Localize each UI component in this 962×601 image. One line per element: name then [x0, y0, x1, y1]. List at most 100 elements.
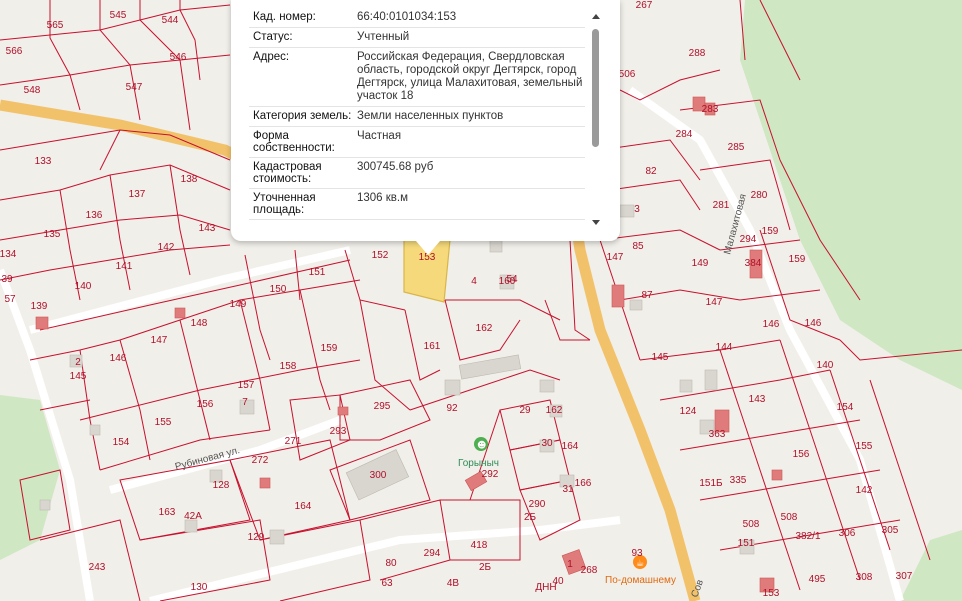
- plot-number-label: 145: [70, 371, 87, 382]
- plot-number-label: 151Б: [699, 478, 723, 489]
- plot-number-label: 293: [330, 426, 347, 437]
- plot-number-label: 154: [837, 402, 854, 413]
- plot-number-label: 7: [242, 397, 248, 408]
- plot-number-label: 2Б: [524, 512, 537, 523]
- scroll-up-icon[interactable]: [592, 14, 600, 19]
- plot-number-label: 29: [519, 405, 531, 416]
- plot-number-label: 306: [839, 528, 856, 539]
- plot-number-label: 294: [740, 234, 757, 245]
- plot-number-label: 166: [575, 478, 592, 489]
- plot-number-label: 243: [89, 562, 106, 573]
- popup-row-key: Кад. номер:: [253, 11, 316, 23]
- plot-number-label: 87: [641, 290, 653, 301]
- plot-number-label: 308: [856, 572, 873, 583]
- plot-number-label: 285: [728, 142, 745, 153]
- plot-number-label: 300: [370, 470, 387, 481]
- plot-number-label: 335: [730, 475, 747, 486]
- plot-number-label: 307: [896, 571, 913, 582]
- plot-number-label: 146: [805, 318, 822, 329]
- scrollbar-thumb[interactable]: [592, 29, 599, 147]
- plot-number-label: 139: [31, 301, 48, 312]
- plot-number-label: 147: [607, 252, 624, 263]
- plot-number-label: 4: [471, 276, 477, 287]
- plot-number-label: 156: [197, 399, 214, 410]
- popup-row-value: Частная: [357, 130, 402, 142]
- plot-number-label: 82: [645, 166, 657, 177]
- plot-number-label: 281: [713, 200, 730, 211]
- plot-number-label: 128: [213, 480, 230, 491]
- plot-number-label: 288: [689, 48, 706, 59]
- plot-number-label: 140: [75, 281, 92, 292]
- popup-row: Статус: Учтенный: [249, 28, 585, 48]
- plot-number-label: 284: [676, 129, 693, 140]
- plot-number-label: 565: [47, 20, 64, 31]
- plot-number-label: 158: [280, 361, 297, 372]
- plot-number-label: 161: [424, 341, 441, 352]
- forest-area: [740, 0, 962, 390]
- plot-number-label: 418: [471, 540, 488, 551]
- plot-number-label: 280: [751, 190, 768, 201]
- popup-row: Категория земель: Земли населенных пункто…: [249, 107, 585, 127]
- plot-number-label: 548: [24, 85, 41, 96]
- plot-number-label: 31: [562, 484, 574, 495]
- plot-number-label: 147: [151, 335, 168, 346]
- plot-number-label: 272: [252, 455, 269, 466]
- plot-number-label: 495: [809, 574, 826, 585]
- plot-number-label: 149: [692, 258, 709, 269]
- plot-number-label: 294: [424, 548, 441, 559]
- plot-number-label: 154: [113, 437, 130, 448]
- plot-number-label: 149: [230, 299, 247, 310]
- plot-number-label: 144: [716, 342, 733, 353]
- plot-number-label: 163: [159, 507, 176, 518]
- poi-gorynych-icon: ☻: [477, 440, 486, 451]
- popup-row-value: 66:40:0101034:153: [357, 11, 457, 23]
- plot-number-label: 508: [781, 512, 798, 523]
- plot-number-label: 145: [652, 352, 669, 363]
- road-main: [0, 99, 243, 163]
- poi-label-gorynych: Горыныч: [458, 458, 499, 469]
- plot-number-label: 3: [634, 204, 640, 215]
- plot-number-label: 157: [238, 380, 255, 391]
- popup-row-key: Форма собственности:: [253, 130, 335, 154]
- plot-number-label: 545: [110, 10, 127, 21]
- plot-number-label: 85: [632, 241, 644, 252]
- plot-number-label: 146: [763, 319, 780, 330]
- plot-number-label: 268: [581, 565, 598, 576]
- scroll-down-icon[interactable]: [592, 220, 600, 225]
- plot-number-label: 271: [285, 436, 302, 447]
- plot-number-label: 156: [793, 449, 810, 460]
- popup-row-key: Статус:: [253, 31, 293, 43]
- plot-number-label: 143: [749, 394, 766, 405]
- plot-number-label: 151: [738, 538, 755, 549]
- plot-number-label: 137: [129, 189, 146, 200]
- plot-number-label: 164: [295, 501, 312, 512]
- popup-row-key: Адрес:: [253, 51, 290, 63]
- plot-number-label: 141: [116, 261, 133, 272]
- popup-row-key: Категория земель:: [253, 110, 352, 122]
- plot-number-label: 134: [0, 249, 17, 260]
- plot-number-label: 159: [321, 343, 338, 354]
- plot-number-label: 1: [567, 559, 573, 570]
- parcel-info-popup[interactable]: Кад. номер: 66:40:0101034:153 Статус: Учтен…: [231, 0, 620, 255]
- plot-number-label: 164: [562, 441, 579, 452]
- popup-row-key: Уточненная площадь:: [253, 192, 316, 216]
- plot-number-label: 292: [482, 469, 499, 480]
- plot-number-label: 150: [270, 284, 287, 295]
- forest-area-bottom-right: [900, 530, 962, 601]
- plot-number-label: 4В: [447, 578, 460, 589]
- plot-number-label: 506: [619, 69, 636, 80]
- plot-number-label: 566: [6, 46, 23, 57]
- plot-number-label: 135: [44, 229, 61, 240]
- plot-number-label: 129: [248, 532, 265, 543]
- popup-row: Кад. номер: 66:40:0101034:153: [249, 8, 585, 28]
- plot-number-label: 283: [702, 104, 719, 115]
- plot-number-label: 155: [856, 441, 873, 452]
- plot-number-label: 146: [110, 353, 127, 364]
- plot-number-label: 54: [506, 274, 518, 285]
- plot-number-label: 546: [170, 52, 187, 63]
- plot-number-label: 40: [552, 576, 564, 587]
- plot-number-label: 547: [126, 82, 143, 93]
- plot-number-label: 93: [631, 548, 643, 559]
- plot-number-label: 39: [1, 274, 13, 285]
- plot-number-label: 148: [191, 318, 208, 329]
